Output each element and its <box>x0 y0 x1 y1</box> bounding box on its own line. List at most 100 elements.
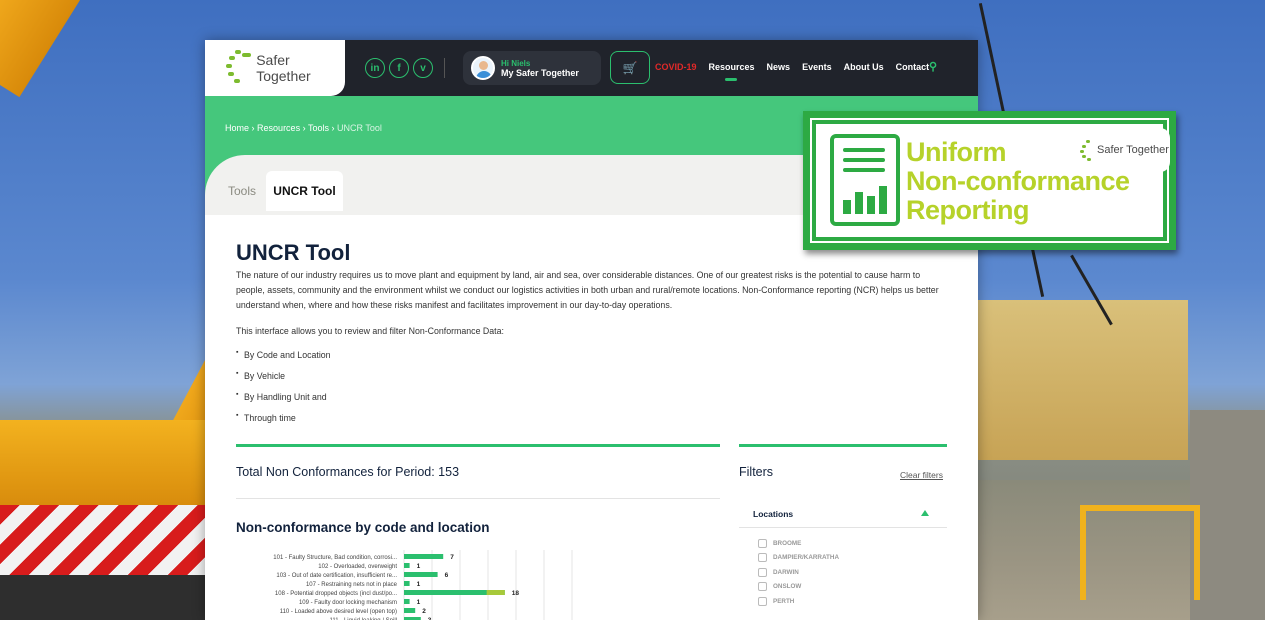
list-item: By Code and Location <box>236 349 947 360</box>
top-navigation-bar: Safer Together in f v Hi Niels My Safer … <box>205 40 978 96</box>
avatar <box>471 56 495 80</box>
filters-title: Filters <box>739 465 774 479</box>
user-greeting: Hi Niels <box>501 58 531 68</box>
checkbox[interactable] <box>758 596 767 606</box>
list-item: By Handling Unit and <box>236 391 947 402</box>
main-nav: COVID-19 Resources News Events About Us … <box>655 62 941 81</box>
divider <box>444 58 445 78</box>
clear-filters-link[interactable]: Clear filters <box>900 470 943 480</box>
list-item: Through time <box>236 412 947 423</box>
linkedin-icon[interactable]: in <box>365 58 385 78</box>
crane-base <box>0 505 210 575</box>
checkbox[interactable] <box>758 582 767 592</box>
lifting-frame <box>1080 505 1200 600</box>
locations-list: BROOME DAMPIER/KARRATHA DARWIN ONSLOW PE… <box>758 536 839 609</box>
cart-icon: 🛒 <box>622 60 638 75</box>
breadcrumb-separator: › <box>331 123 335 133</box>
collapse-arrow-icon[interactable] <box>921 510 929 516</box>
banner-line-3: Reporting <box>906 195 1029 225</box>
breadcrumb-tools[interactable]: Tools <box>308 123 329 133</box>
nav-news[interactable]: News <box>767 62 791 72</box>
breadcrumb-separator: › <box>251 123 255 133</box>
location-label: PERTH <box>773 597 795 605</box>
interface-text: This interface allows you to review and … <box>236 326 504 336</box>
nav-covid[interactable]: COVID-19 <box>655 62 697 72</box>
breadcrumb-home[interactable]: Home <box>225 123 249 133</box>
intro-paragraph: The nature of our industry requires us t… <box>236 270 939 310</box>
logo-swirl-icon <box>1080 140 1094 161</box>
category-label: 109 - Faulty door locking mechanism <box>299 600 397 606</box>
value-label: 1 <box>417 599 421 606</box>
logo-text: Safer Together <box>256 52 311 84</box>
cart-button[interactable]: 🛒 <box>610 51 650 84</box>
cargo-frame <box>1190 410 1265 620</box>
category-label: 101 - Faulty Structure, Bad condition, c… <box>273 555 397 561</box>
value-label: 1 <box>417 563 421 570</box>
bar[interactable] <box>404 599 410 604</box>
location-label: ONSLOW <box>773 583 802 591</box>
uncr-banner: Uniform Non-conformance Reporting Safer … <box>803 111 1176 250</box>
logo[interactable]: Safer Together <box>205 40 345 96</box>
vimeo-icon[interactable]: v <box>413 58 433 78</box>
bar[interactable] <box>404 554 444 559</box>
chart-title: Non-conformance by code and location <box>236 520 490 535</box>
divider <box>236 498 720 499</box>
breadcrumb: Home › Resources › Tools › UNCR Tool <box>225 123 382 133</box>
divider <box>739 527 947 528</box>
location-option[interactable]: BROOME <box>758 536 839 551</box>
location-label: BROOME <box>773 539 802 547</box>
location-label: DARWIN <box>773 568 799 576</box>
location-option[interactable]: PERTH <box>758 594 839 609</box>
filters-rule <box>739 444 947 447</box>
value-label: 7 <box>450 554 454 561</box>
my-safer-together-link: My Safer Together <box>501 67 579 78</box>
list-item: By Vehicle <box>236 370 947 381</box>
category-label: 103 - Out of date certification, insuffi… <box>276 573 397 579</box>
total-nonconformances: Total Non Conformances for Period: 153 <box>236 465 460 479</box>
category-label: 108 - Potential dropped objects (incl du… <box>275 591 397 597</box>
bar[interactable] <box>404 572 438 577</box>
tab-tools[interactable]: Tools <box>228 171 256 211</box>
bar[interactable] <box>404 608 416 613</box>
banner-logo-text: Safer Together <box>1097 144 1169 156</box>
logo-swirl-icon <box>225 48 251 88</box>
location-option[interactable]: DARWIN <box>758 565 839 580</box>
category-label: 110 - Loaded above desired level (open t… <box>280 609 397 615</box>
main-content: UNCR Tool The nature of our industry req… <box>236 240 947 434</box>
facebook-icon[interactable]: f <box>389 58 409 78</box>
nav-about-us[interactable]: About Us <box>844 62 884 72</box>
bar[interactable] <box>404 581 410 586</box>
crane-body <box>0 420 210 510</box>
search-icon[interactable]: ⚲ <box>929 60 937 73</box>
bar[interactable] <box>404 563 410 568</box>
breadcrumb-separator: › <box>302 123 306 133</box>
value-label: 18 <box>512 590 520 597</box>
checkbox[interactable] <box>758 567 767 577</box>
category-label: 107 - Restraining nets not in place <box>306 582 398 588</box>
user-menu[interactable]: Hi Niels My Safer Together <box>463 51 601 85</box>
checkbox[interactable] <box>758 553 767 563</box>
bar-segment[interactable] <box>486 590 505 595</box>
nav-contact[interactable]: Contact <box>896 62 930 72</box>
breadcrumb-current: UNCR Tool <box>336 123 382 133</box>
location-option[interactable]: DAMPIER/KARRATHA <box>758 551 839 566</box>
value-label: 6 <box>445 572 449 579</box>
social-links: in f v <box>365 58 433 78</box>
section-rule <box>236 444 720 447</box>
crane-chassis <box>0 575 210 620</box>
nav-events[interactable]: Events <box>802 62 832 72</box>
breadcrumb-resources[interactable]: Resources <box>257 123 300 133</box>
location-option[interactable]: ONSLOW <box>758 580 839 595</box>
nonconformance-bar-chart: 101 - Faulty Structure, Bad condition, c… <box>273 550 573 620</box>
banner-logo: Safer Together <box>1074 128 1170 172</box>
report-chart-icon <box>830 134 900 226</box>
value-label: 1 <box>417 581 421 588</box>
tab-uncr-tool[interactable]: UNCR Tool <box>266 171 343 211</box>
banner-panel: Uniform Non-conformance Reporting Safer … <box>810 118 1170 243</box>
checkbox[interactable] <box>758 538 767 548</box>
value-label: 2 <box>422 608 426 615</box>
locations-filter-header[interactable]: Locations <box>753 509 793 519</box>
feature-list: By Code and Location By Vehicle By Handl… <box>236 349 947 423</box>
nav-resources[interactable]: Resources <box>709 62 755 81</box>
location-label: DAMPIER/KARRATHA <box>773 554 839 562</box>
